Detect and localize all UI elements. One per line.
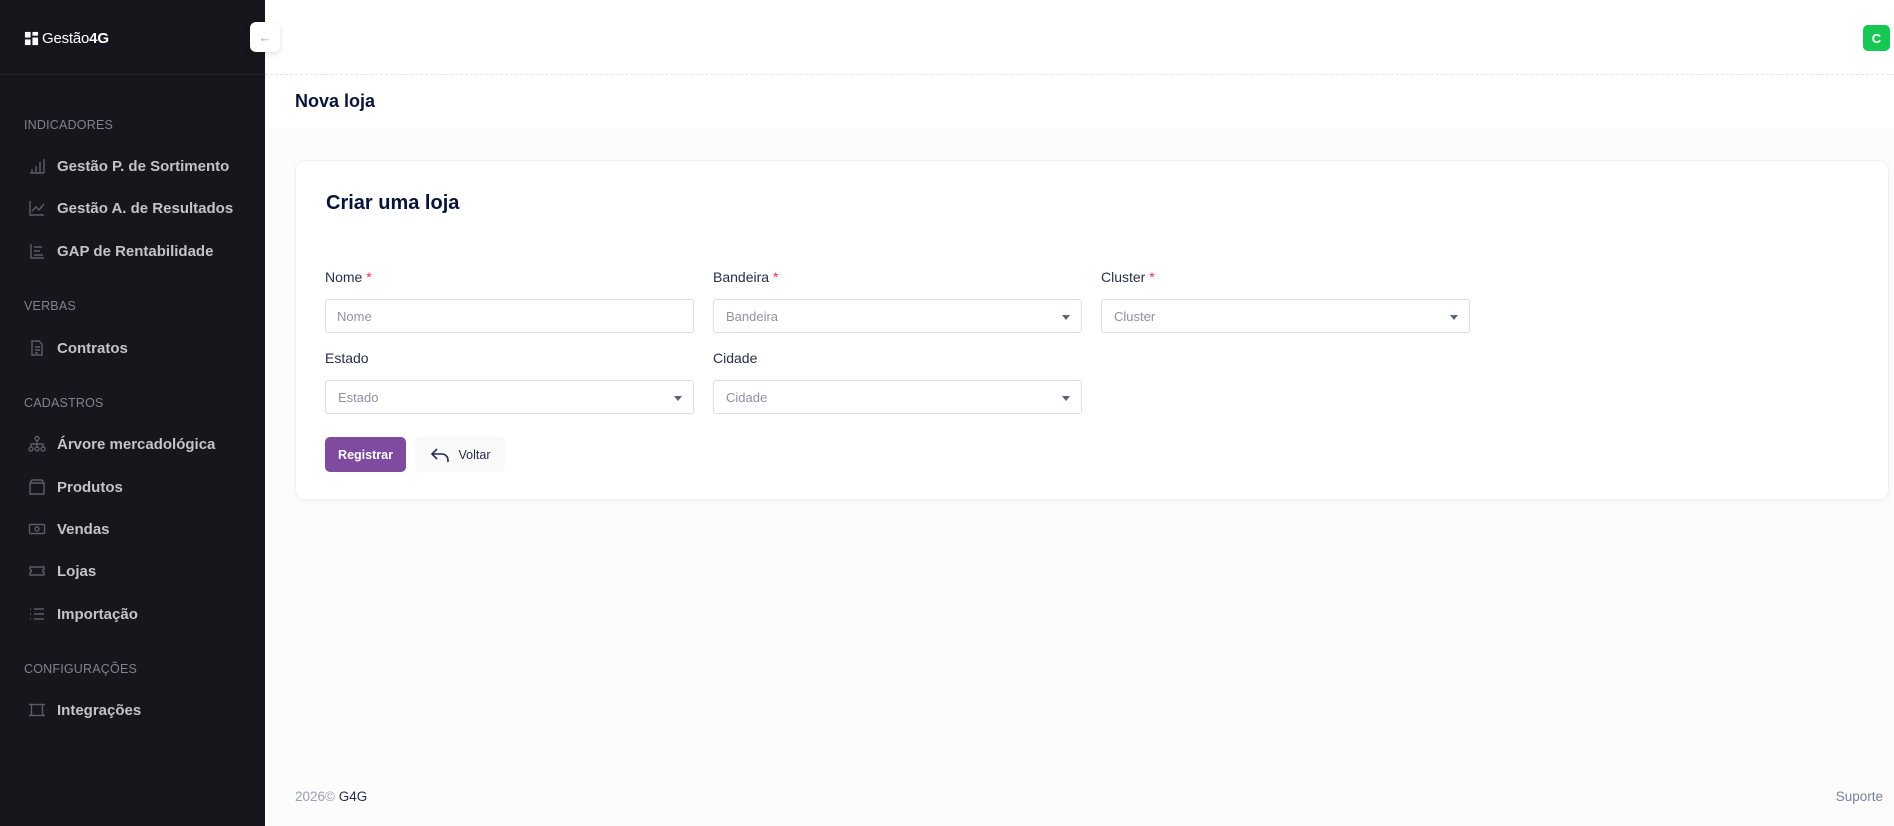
voltar-label: Voltar — [458, 447, 491, 462]
estado-label-text: Estado — [325, 350, 369, 366]
ticket-icon — [29, 566, 45, 576]
bandeira-placeholder: Bandeira — [726, 308, 779, 324]
sidebar-item-label: Produtos — [57, 478, 123, 496]
sidebar-item-gap-rentabilidade[interactable]: GAP de Rentabilidade — [28, 239, 213, 263]
sidebar-item-label: Árvore mercadológica — [57, 435, 216, 453]
sidebar-item-gestao-resultados[interactable]: Gestão A. de Resultados — [28, 196, 233, 220]
brand-name: Gestão4G — [42, 30, 109, 47]
form-title: Criar uma loja — [326, 192, 460, 214]
caret-down-icon — [1450, 315, 1458, 320]
sidebar-item-arvore-mercadologica[interactable]: Árvore mercadológica — [28, 432, 215, 456]
page-toolbar: Nova loja — [265, 75, 1894, 129]
estado-placeholder: Estado — [338, 389, 379, 405]
cidade-label: Cidade — [713, 350, 757, 366]
sidebar-item-gestao-sortimento[interactable]: Gestão P. de Sortimento — [28, 154, 229, 178]
bandeira-label: Bandeira * — [713, 269, 778, 285]
bar-chart-icon — [30, 159, 45, 174]
box-icon — [29, 479, 45, 495]
sidebar-item-label: Gestão P. de Sortimento — [57, 157, 230, 175]
cluster-select[interactable]: Cluster — [1101, 299, 1470, 333]
sidebar-header: Gestão4G — [0, 0, 265, 75]
sidebar-item-label: Vendas — [57, 520, 110, 538]
footer-brand-link[interactable]: G4G — [339, 789, 368, 804]
sidebar-item-label: Integrações — [57, 701, 142, 719]
brand-name-prefix: Gestão — [42, 30, 90, 47]
list-tree-icon — [30, 244, 44, 259]
sidebar-item-integracoes[interactable]: Integrações — [28, 698, 141, 722]
nome-input[interactable] — [337, 308, 693, 324]
sidebar-section-configuracoes: CONFIGURAÇÕES — [24, 662, 138, 676]
caret-down-icon — [1062, 396, 1070, 401]
nome-label-text: Nome — [325, 269, 363, 285]
sidebar-item-label: Lojas — [57, 562, 97, 580]
estado-select[interactable]: Estado — [325, 380, 694, 414]
hierarchy-icon — [28, 435, 46, 452]
undo-arrow-icon — [430, 447, 449, 462]
cidade-placeholder: Cidade — [726, 389, 768, 405]
voltar-button[interactable]: Voltar — [415, 437, 505, 472]
sidebar-section-verbas: VERBAS — [24, 299, 76, 313]
frame-icon — [29, 703, 45, 717]
required-mark: * — [1149, 269, 1155, 285]
estado-label: Estado — [325, 350, 369, 366]
sidebar-item-vendas[interactable]: Vendas — [28, 517, 110, 541]
required-mark: * — [366, 269, 372, 285]
caret-down-icon — [674, 396, 682, 401]
cluster-placeholder: Cluster — [1114, 308, 1156, 324]
money-icon — [28, 523, 46, 535]
sidebar-item-label: GAP de Rentabilidade — [57, 242, 214, 260]
sidebar-section-indicadores: INDICADORES — [24, 118, 114, 132]
footer-copyright: 2026© G4G — [295, 789, 367, 804]
sidebar-item-label: Gestão A. de Resultados — [57, 199, 234, 217]
user-avatar[interactable]: C — [1863, 25, 1890, 51]
list-icon — [30, 608, 44, 620]
document-icon — [31, 340, 43, 356]
cluster-label-text: Cluster — [1101, 269, 1146, 285]
cidade-label-text: Cidade — [713, 350, 758, 366]
cluster-label: Cluster * — [1101, 269, 1155, 285]
sidebar-item-importacao[interactable]: Importação — [28, 602, 138, 626]
sidebar-section-cadastros: CADASTROS — [24, 396, 104, 410]
arrow-left-icon: ← — [258, 29, 272, 45]
sidebar-toggle-button[interactable]: ← — [250, 22, 280, 52]
bandeira-label-text: Bandeira — [713, 269, 770, 285]
sidebar: Gestão4G INDICADORES Gestão P. de Sortim… — [0, 0, 265, 826]
bandeira-select[interactable]: Bandeira — [713, 299, 1082, 333]
required-mark: * — [772, 269, 779, 285]
footer-support-link[interactable]: Suporte — [1836, 789, 1883, 804]
sidebar-item-label: Importação — [57, 605, 138, 623]
caret-down-icon — [1062, 315, 1070, 320]
nome-field[interactable] — [325, 299, 694, 333]
registrar-button[interactable]: Registrar — [325, 437, 406, 472]
top-header: C — [265, 0, 1894, 75]
sidebar-item-produtos[interactable]: Produtos — [28, 475, 123, 499]
brand-name-suffix: 4G — [89, 30, 109, 47]
cidade-select[interactable]: Cidade — [713, 380, 1082, 414]
store-form-card: Criar uma loja Nome * Bandeira * Bandeir… — [295, 160, 1889, 500]
sidebar-item-contratos[interactable]: Contratos — [28, 336, 128, 360]
page-title: Nova loja — [295, 91, 376, 111]
sidebar-item-lojas[interactable]: Lojas — [28, 559, 96, 583]
sidebar-item-label: Contratos — [57, 339, 128, 357]
footer-year: 2026© — [295, 789, 335, 804]
brand-logo[interactable]: Gestão4G — [24, 30, 109, 47]
line-chart-icon — [29, 201, 45, 216]
nome-label: Nome * — [325, 269, 372, 285]
logo-icon — [24, 31, 39, 46]
